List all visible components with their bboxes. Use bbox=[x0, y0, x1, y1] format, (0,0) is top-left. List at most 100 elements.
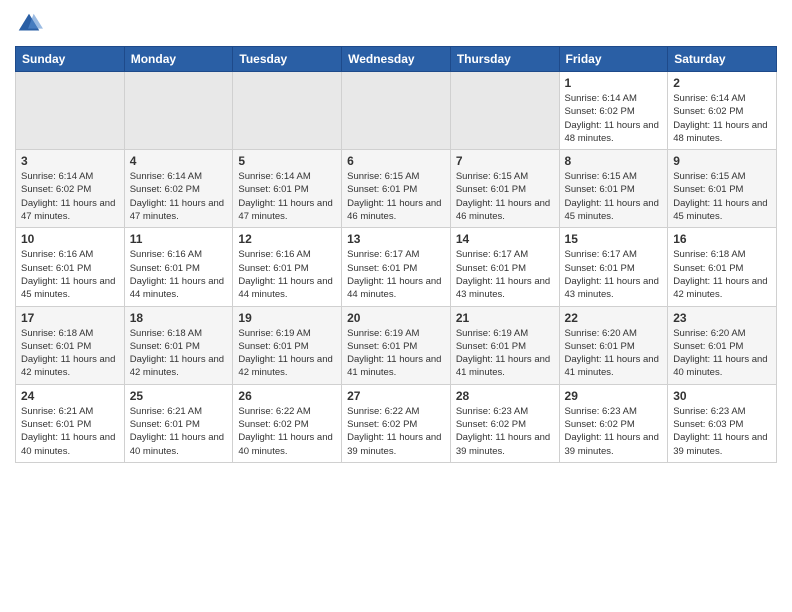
calendar-day-cell: 29Sunrise: 6:23 AMSunset: 6:02 PMDayligh… bbox=[559, 384, 668, 462]
calendar-day-cell: 1Sunrise: 6:14 AMSunset: 6:02 PMDaylight… bbox=[559, 72, 668, 150]
day-number: 9 bbox=[673, 154, 771, 168]
day-number: 19 bbox=[238, 311, 336, 325]
day-number: 22 bbox=[565, 311, 663, 325]
calendar-day-cell: 20 Sunrise: 6:19 AMSunset: 6:01 PMDayligh… bbox=[342, 306, 451, 384]
calendar-day-cell: 15 Sunrise: 6:17 AMSunset: 6:01 PMDayligh… bbox=[559, 228, 668, 306]
day-number: 27 bbox=[347, 389, 445, 403]
day-info: Sunrise: 6:16 AMSunset: 6:01 PMDaylight:… bbox=[130, 248, 228, 301]
logo bbox=[15, 10, 47, 38]
calendar-day-cell: 23 Sunrise: 6:20 AMSunset: 6:01 PMDayligh… bbox=[668, 306, 777, 384]
day-number: 20 bbox=[347, 311, 445, 325]
day-number: 30 bbox=[673, 389, 771, 403]
day-info: Sunrise: 6:23 AMSunset: 6:02 PMDaylight:… bbox=[456, 405, 554, 458]
calendar-day-cell: 2 Sunrise: 6:14 AMSunset: 6:02 PMDaylight… bbox=[668, 72, 777, 150]
day-info: Sunrise: 6:15 AMSunset: 6:01 PMDaylight:… bbox=[347, 170, 445, 223]
calendar-day-cell: 19 Sunrise: 6:19 AMSunset: 6:01 PMDayligh… bbox=[233, 306, 342, 384]
calendar-body: 1 Sunrise: 6:14 AMSunset: 6:02 PMDaylight… bbox=[16, 72, 777, 463]
calendar-day-cell: 22Sunrise: 6:20 AMSunset: 6:01 PMDayligh… bbox=[559, 306, 668, 384]
day-info: Sunrise: 6:18 AMSunset: 6:01 PMDaylight:… bbox=[130, 327, 228, 380]
day-number: 4 bbox=[130, 154, 228, 168]
day-info: Sunrise: 6:16 AMSunset: 6:01 PMDaylight:… bbox=[238, 248, 336, 301]
calendar-day-cell: 12 Sunrise: 6:16 AMSunset: 6:01 PMDayligh… bbox=[233, 228, 342, 306]
day-info: Sunrise: 6:15 AMSunset: 6:01 PMDaylight:… bbox=[565, 170, 663, 223]
day-number: 28 bbox=[456, 389, 554, 403]
calendar-day-cell: 26Sunrise: 6:22 AMSunset: 6:02 PMDayligh… bbox=[233, 384, 342, 462]
day-number: 5 bbox=[238, 154, 336, 168]
day-number: 21 bbox=[456, 311, 554, 325]
calendar-day-cell: 5 Sunrise: 6:14 AMSunset: 6:01 PMDaylight… bbox=[233, 150, 342, 228]
day-number: 17 bbox=[21, 311, 119, 325]
day-number: 8 bbox=[565, 154, 663, 168]
calendar-day-cell: 30 Sunrise: 6:23 AMSunset: 6:03 PMDayligh… bbox=[668, 384, 777, 462]
day-info: Sunrise: 6:21 AMSunset: 6:01 PMDaylight:… bbox=[130, 405, 228, 458]
calendar-day-cell bbox=[16, 72, 125, 150]
day-info: Sunrise: 6:14 AMSunset: 6:02 PMDaylight:… bbox=[130, 170, 228, 223]
day-number: 7 bbox=[456, 154, 554, 168]
calendar-week-row: 10 Sunrise: 6:16 AMSunset: 6:01 PMDayligh… bbox=[16, 228, 777, 306]
calendar-day-cell: 27Sunrise: 6:22 AMSunset: 6:02 PMDayligh… bbox=[342, 384, 451, 462]
calendar-day-cell: 14Sunrise: 6:17 AMSunset: 6:01 PMDayligh… bbox=[450, 228, 559, 306]
day-number: 11 bbox=[130, 232, 228, 246]
day-number: 29 bbox=[565, 389, 663, 403]
calendar-week-row: 1 Sunrise: 6:14 AMSunset: 6:02 PMDaylight… bbox=[16, 72, 777, 150]
calendar-day-cell: 10 Sunrise: 6:16 AMSunset: 6:01 PMDayligh… bbox=[16, 228, 125, 306]
calendar-day-cell: 17 Sunrise: 6:18 AMSunset: 6:01 PMDayligh… bbox=[16, 306, 125, 384]
calendar-day-cell: 18 Sunrise: 6:18 AMSunset: 6:01 PMDayligh… bbox=[124, 306, 233, 384]
header bbox=[15, 10, 777, 38]
calendar-day-cell: 3 Sunrise: 6:14 AMSunset: 6:02 PMDaylight… bbox=[16, 150, 125, 228]
day-number: 1 bbox=[565, 76, 663, 90]
calendar-day-cell: 16 Sunrise: 6:18 AMSunset: 6:01 PMDayligh… bbox=[668, 228, 777, 306]
calendar-day-cell: 4 Sunrise: 6:14 AMSunset: 6:02 PMDaylight… bbox=[124, 150, 233, 228]
weekday-header-cell: Thursday bbox=[450, 47, 559, 72]
calendar-week-row: 3 Sunrise: 6:14 AMSunset: 6:02 PMDaylight… bbox=[16, 150, 777, 228]
calendar-day-cell bbox=[233, 72, 342, 150]
page: SundayMondayTuesdayWednesdayThursdayFrid… bbox=[0, 0, 792, 478]
day-info: Sunrise: 6:22 AMSunset: 6:02 PMDaylight:… bbox=[238, 405, 336, 458]
day-number: 6 bbox=[347, 154, 445, 168]
calendar-day-cell: 9Sunrise: 6:15 AMSunset: 6:01 PMDaylight… bbox=[668, 150, 777, 228]
calendar-week-row: 17 Sunrise: 6:18 AMSunset: 6:01 PMDayligh… bbox=[16, 306, 777, 384]
weekday-header-cell: Sunday bbox=[16, 47, 125, 72]
calendar-day-cell: 13Sunrise: 6:17 AMSunset: 6:01 PMDayligh… bbox=[342, 228, 451, 306]
day-info: Sunrise: 6:23 AMSunset: 6:03 PMDaylight:… bbox=[673, 405, 771, 458]
weekday-header-cell: Friday bbox=[559, 47, 668, 72]
day-info: Sunrise: 6:17 AMSunset: 6:01 PMDaylight:… bbox=[347, 248, 445, 301]
day-info: Sunrise: 6:14 AMSunset: 6:02 PMDaylight:… bbox=[21, 170, 119, 223]
calendar-day-cell: 25Sunrise: 6:21 AMSunset: 6:01 PMDayligh… bbox=[124, 384, 233, 462]
calendar-day-cell: 7 Sunrise: 6:15 AMSunset: 6:01 PMDaylight… bbox=[450, 150, 559, 228]
day-info: Sunrise: 6:18 AMSunset: 6:01 PMDaylight:… bbox=[21, 327, 119, 380]
day-number: 24 bbox=[21, 389, 119, 403]
calendar-day-cell bbox=[124, 72, 233, 150]
day-info: Sunrise: 6:15 AMSunset: 6:01 PMDaylight:… bbox=[456, 170, 554, 223]
calendar-day-cell bbox=[342, 72, 451, 150]
calendar-week-row: 24 Sunrise: 6:21 AMSunset: 6:01 PMDayligh… bbox=[16, 384, 777, 462]
day-number: 2 bbox=[673, 76, 771, 90]
day-info: Sunrise: 6:19 AMSunset: 6:01 PMDaylight:… bbox=[347, 327, 445, 380]
day-number: 15 bbox=[565, 232, 663, 246]
calendar-table: SundayMondayTuesdayWednesdayThursdayFrid… bbox=[15, 46, 777, 463]
day-info: Sunrise: 6:14 AMSunset: 6:01 PMDaylight:… bbox=[238, 170, 336, 223]
weekday-header-cell: Wednesday bbox=[342, 47, 451, 72]
day-info: Sunrise: 6:16 AMSunset: 6:01 PMDaylight:… bbox=[21, 248, 119, 301]
weekday-header-cell: Monday bbox=[124, 47, 233, 72]
day-number: 16 bbox=[673, 232, 771, 246]
day-number: 10 bbox=[21, 232, 119, 246]
day-info: Sunrise: 6:19 AMSunset: 6:01 PMDaylight:… bbox=[456, 327, 554, 380]
calendar-day-cell: 24 Sunrise: 6:21 AMSunset: 6:01 PMDayligh… bbox=[16, 384, 125, 462]
day-info: Sunrise: 6:19 AMSunset: 6:01 PMDaylight:… bbox=[238, 327, 336, 380]
day-info: Sunrise: 6:14 AMSunset: 6:02 PMDaylight:… bbox=[673, 92, 771, 145]
calendar-day-cell: 11 Sunrise: 6:16 AMSunset: 6:01 PMDayligh… bbox=[124, 228, 233, 306]
day-info: Sunrise: 6:20 AMSunset: 6:01 PMDaylight:… bbox=[673, 327, 771, 380]
day-number: 18 bbox=[130, 311, 228, 325]
day-info: Sunrise: 6:18 AMSunset: 6:01 PMDaylight:… bbox=[673, 248, 771, 301]
calendar-day-cell bbox=[450, 72, 559, 150]
calendar-day-cell: 6 Sunrise: 6:15 AMSunset: 6:01 PMDaylight… bbox=[342, 150, 451, 228]
day-info: Sunrise: 6:17 AMSunset: 6:01 PMDaylight:… bbox=[565, 248, 663, 301]
day-info: Sunrise: 6:21 AMSunset: 6:01 PMDaylight:… bbox=[21, 405, 119, 458]
day-number: 14 bbox=[456, 232, 554, 246]
day-number: 23 bbox=[673, 311, 771, 325]
day-number: 3 bbox=[21, 154, 119, 168]
calendar-day-cell: 28 Sunrise: 6:23 AMSunset: 6:02 PMDayligh… bbox=[450, 384, 559, 462]
calendar-day-cell: 21 Sunrise: 6:19 AMSunset: 6:01 PMDayligh… bbox=[450, 306, 559, 384]
day-number: 12 bbox=[238, 232, 336, 246]
